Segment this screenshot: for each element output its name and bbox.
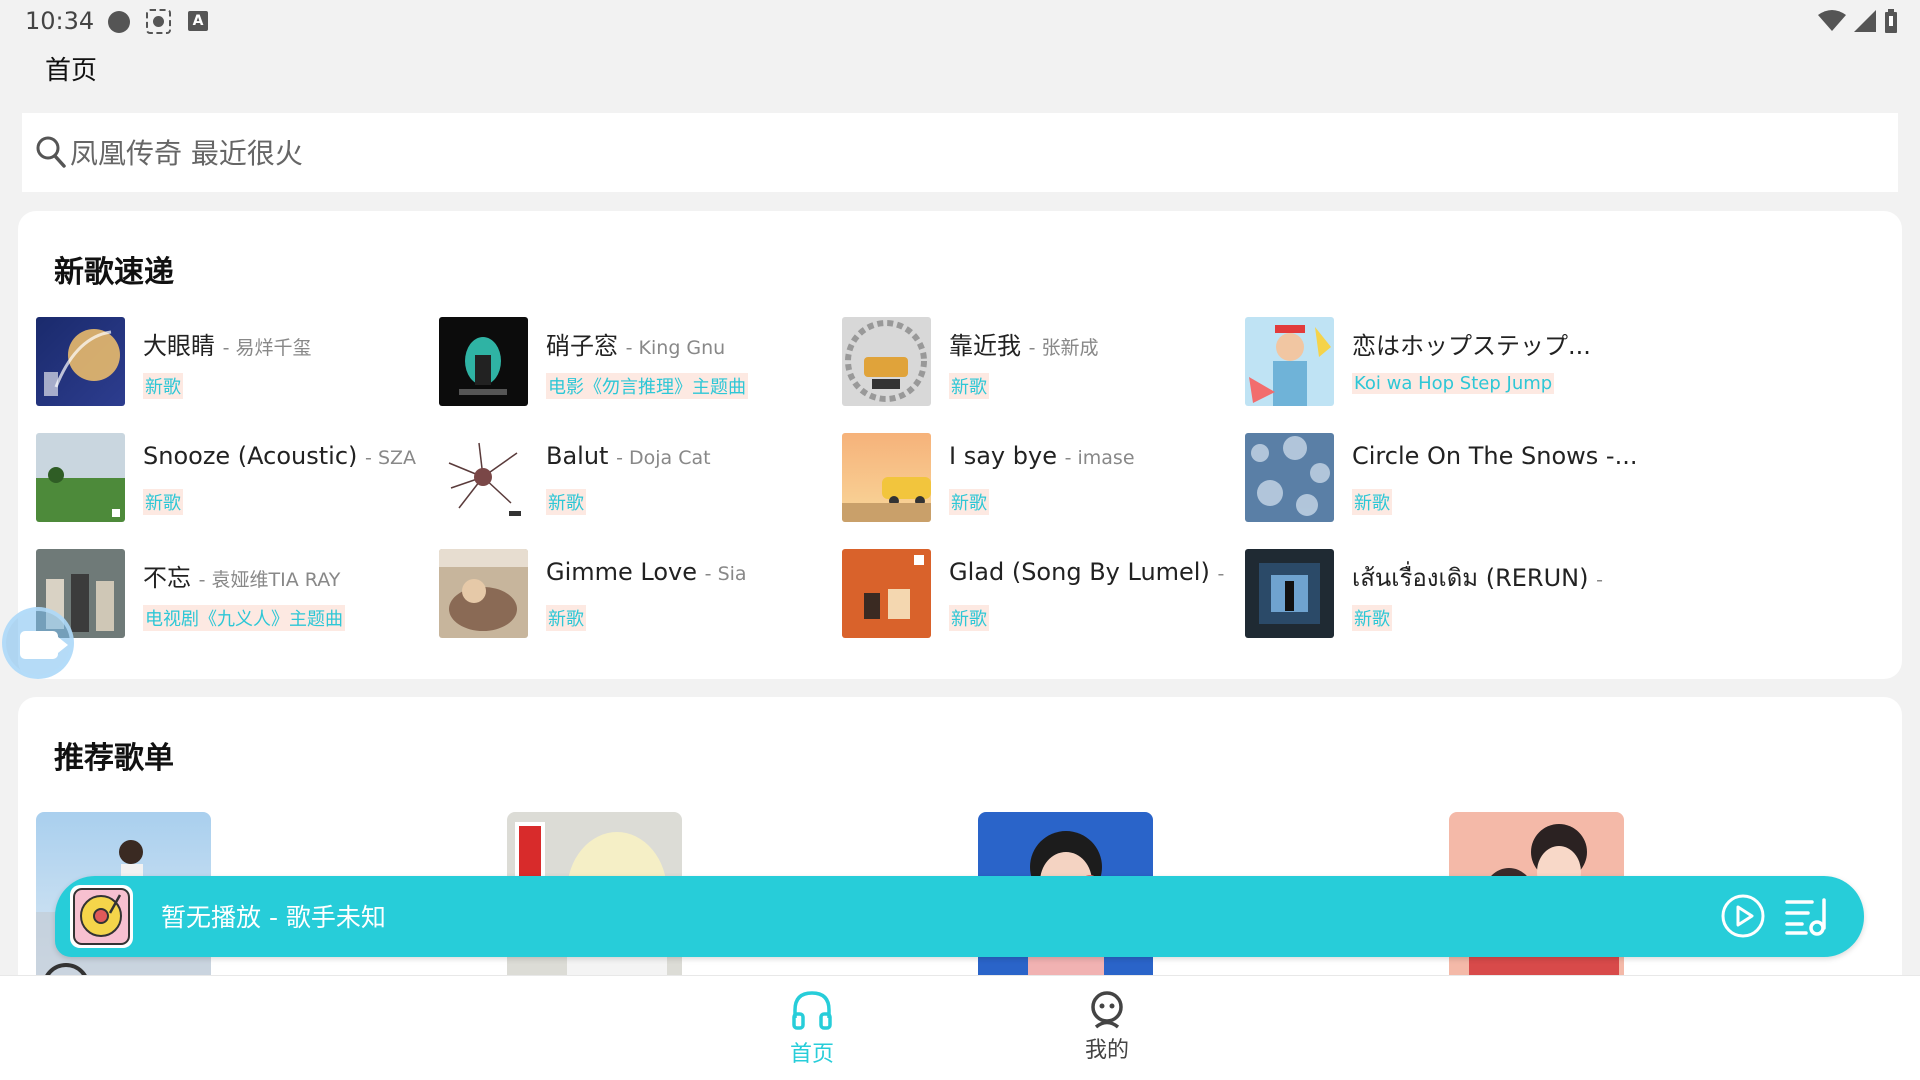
song-tag: 新歌	[143, 489, 183, 515]
song-item[interactable]: Glad (Song By Lumel) - 新歌	[842, 549, 1242, 639]
section-title-new-songs: 新歌速递	[54, 255, 174, 290]
video-camera-icon	[20, 631, 68, 659]
album-cover	[439, 433, 528, 522]
album-cover	[36, 433, 125, 522]
song-title: 硝子窓	[546, 332, 618, 360]
song-item[interactable]: I say bye - imase 新歌	[842, 433, 1242, 523]
signal-icon	[1854, 10, 1876, 32]
song-title-line: Glad (Song By Lumel) -	[949, 558, 1239, 586]
section-title-recommended: 推荐歌单	[54, 741, 174, 776]
song-artist: - 袁娅维TIA RAY	[198, 569, 341, 591]
now-playing-text: 暂无播放 - 歌手未知	[161, 903, 386, 932]
song-tag: 新歌	[949, 373, 989, 399]
song-title: I say bye	[949, 442, 1057, 470]
song-title: Circle On The Snows -...	[1352, 442, 1638, 470]
song-title: Balut	[546, 442, 609, 470]
song-item[interactable]: Balut - Doja Cat 新歌	[439, 433, 839, 523]
song-title-line: 不忘 - 袁娅维TIA RAY	[143, 558, 433, 593]
song-tag: 新歌	[1352, 489, 1392, 515]
page-title: 首页	[45, 56, 98, 86]
song-title-line: Snooze (Acoustic) - SZA	[143, 442, 433, 470]
song-artist: - imase	[1064, 447, 1135, 469]
song-tag: 新歌	[546, 605, 586, 631]
status-bar: 10:34 A	[0, 0, 1920, 44]
status-indicators	[1818, 8, 1898, 34]
song-item[interactable]: 不忘 - 袁娅维TIA RAY 电视剧《九义人》主题曲	[36, 549, 436, 639]
song-item[interactable]: Circle On The Snows -... 新歌	[1245, 433, 1645, 523]
new-songs-section: 新歌速递 大眼睛 - 易烊千玺 新歌 硝子窓 - King Gnu 电影《勿言推…	[18, 211, 1902, 679]
screen-record-icon	[146, 9, 171, 34]
song-item[interactable]: 硝子窓 - King Gnu 电影《勿言推理》主题曲	[439, 317, 839, 407]
song-title: Gimme Love	[546, 558, 698, 586]
song-tag: 新歌	[1352, 605, 1392, 631]
song-tag: 新歌	[949, 605, 989, 631]
song-artist: - Doja Cat	[616, 447, 711, 469]
playlist-queue-button[interactable]	[1784, 896, 1830, 936]
song-title: Glad (Song By Lumel)	[949, 558, 1210, 586]
album-cover	[1245, 549, 1334, 638]
song-artist: - 张新成	[1028, 337, 1099, 359]
song-title-line: Circle On The Snows -...	[1352, 442, 1642, 470]
status-time: 10:34	[25, 7, 95, 35]
song-title-line: 大眼睛 - 易烊千玺	[143, 326, 433, 361]
floating-video-button[interactable]	[2, 607, 74, 679]
song-artist: - Sia	[704, 563, 747, 585]
song-title-line: Gimme Love - Sia	[546, 558, 836, 586]
song-title: เส้นเรื่องเดิม (RERUN)	[1352, 564, 1589, 592]
nav-home-label: 首页	[789, 1042, 834, 1067]
song-artist: -	[1596, 569, 1603, 591]
song-title: 大眼睛	[143, 332, 215, 360]
song-item[interactable]: 靠近我 - 张新成 新歌	[842, 317, 1242, 407]
headphones-icon	[792, 991, 832, 1030]
album-cover	[439, 317, 528, 406]
song-title-line: 恋はホップステップ...	[1352, 326, 1642, 361]
album-cover	[1245, 317, 1334, 406]
search-icon	[36, 136, 66, 168]
album-cover	[842, 433, 931, 522]
song-artist: - King Gnu	[625, 337, 726, 359]
nav-mine-label: 我的	[1084, 1038, 1129, 1063]
album-cover	[1245, 433, 1334, 522]
mini-player[interactable]: 暂无播放 - 歌手未知	[55, 876, 1864, 957]
play-button[interactable]	[1720, 893, 1766, 939]
search-input[interactable]	[70, 127, 1870, 179]
song-title: 恋はホップステップ...	[1352, 332, 1591, 360]
keyboard-a-icon: A	[188, 11, 208, 31]
song-title: Snooze (Acoustic)	[143, 442, 358, 470]
search-bar[interactable]	[22, 113, 1898, 192]
song-tag: 电影《勿言推理》主题曲	[546, 373, 748, 399]
song-item[interactable]: 恋はホップステップ... Koi wa Hop Step Jump	[1245, 317, 1645, 407]
song-tag: 新歌	[546, 489, 586, 515]
song-item[interactable]: เส้นเรื่องเดิม (RERUN) - 新歌	[1245, 549, 1645, 639]
song-artist: - SZA	[365, 447, 417, 469]
song-title-line: เส้นเรื่องเดิม (RERUN) -	[1352, 558, 1642, 597]
song-title: 靠近我	[949, 332, 1021, 360]
notification-dot-icon	[108, 11, 130, 33]
bottom-navigation: 首页 我的	[0, 975, 1920, 1080]
album-cover	[439, 549, 528, 638]
song-title-line: I say bye - imase	[949, 442, 1239, 470]
battery-icon	[1885, 9, 1897, 33]
song-title-line: 靠近我 - 张新成	[949, 326, 1239, 361]
song-tag: Koi wa Hop Step Jump	[1352, 373, 1555, 394]
song-artist: - 易烊千玺	[222, 337, 312, 359]
nav-home[interactable]: 首页	[772, 990, 852, 1068]
song-item[interactable]: Snooze (Acoustic) - SZA 新歌	[36, 433, 436, 523]
song-item[interactable]: 大眼睛 - 易烊千玺 新歌	[36, 317, 436, 407]
turntable-icon	[70, 885, 133, 948]
album-cover	[36, 317, 125, 406]
song-item[interactable]: Gimme Love - Sia 新歌	[439, 549, 839, 639]
song-tag: 电视剧《九义人》主题曲	[143, 605, 345, 631]
song-title-line: Balut - Doja Cat	[546, 442, 836, 470]
profile-face-icon	[1091, 991, 1123, 1029]
album-cover	[842, 549, 931, 638]
album-cover	[842, 317, 931, 406]
song-title: 不忘	[143, 564, 191, 592]
song-tag: 新歌	[949, 489, 989, 515]
song-title-line: 硝子窓 - King Gnu	[546, 326, 836, 361]
wifi-icon	[1818, 10, 1846, 31]
song-tag: 新歌	[143, 373, 183, 399]
nav-mine[interactable]: 我的	[1067, 990, 1147, 1064]
song-artist: -	[1217, 563, 1225, 585]
